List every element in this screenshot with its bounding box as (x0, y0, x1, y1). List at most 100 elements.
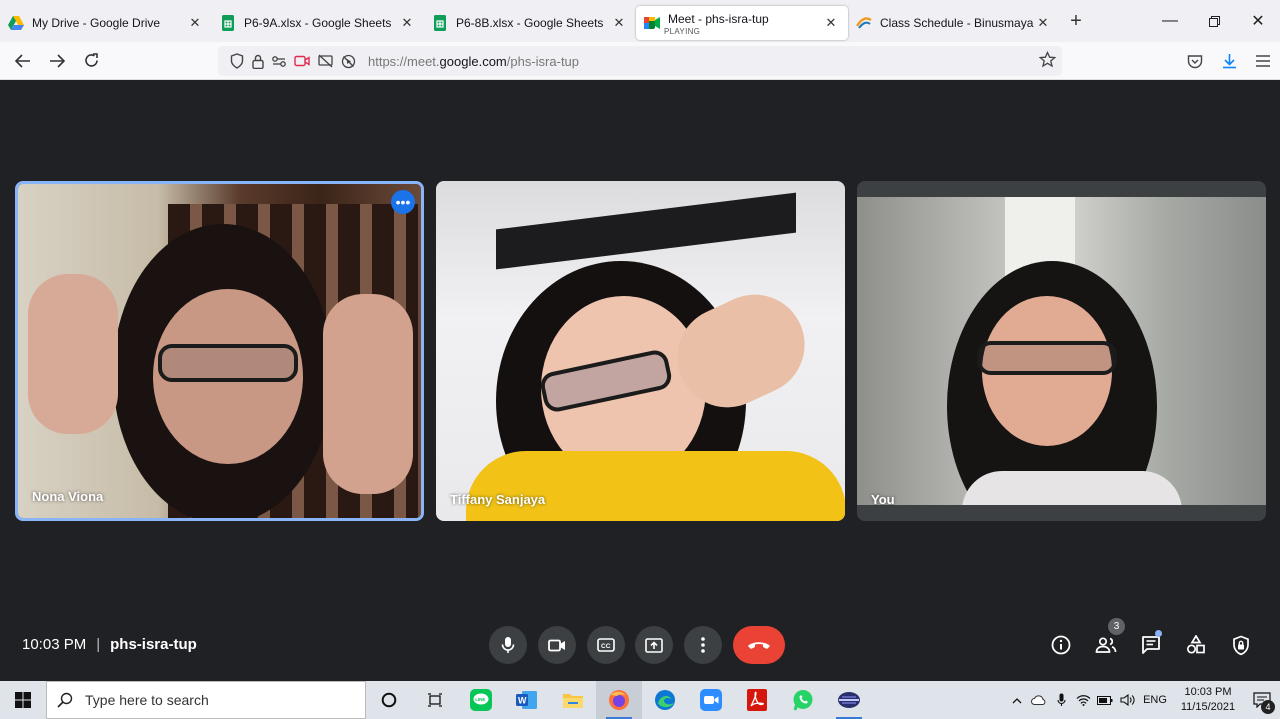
taskbar-search-box[interactable]: Type here to search (46, 681, 366, 719)
volume-icon[interactable] (1116, 694, 1138, 706)
google-sheets-icon (220, 15, 236, 31)
participant-tile-tiffany[interactable]: Tiffany Sanjaya (436, 181, 845, 521)
camera-sharing-icon[interactable] (294, 55, 310, 67)
edge-app[interactable] (642, 681, 688, 719)
captions-button[interactable]: CC (587, 626, 625, 664)
restore-button[interactable] (1192, 0, 1236, 42)
file-explorer-app[interactable] (550, 681, 596, 719)
separator: | (96, 636, 101, 653)
microphone-icon (501, 637, 515, 653)
tab-class-schedule[interactable]: Class Schedule - Binusmaya ✕ (848, 6, 1060, 40)
new-tab-button[interactable]: + (1060, 10, 1092, 33)
present-icon (645, 637, 663, 653)
clock-date: 11/15/2021 (1180, 701, 1236, 713)
meet-control-bar: 10:03 PM | phs-isra-tup CC 3 (0, 618, 1280, 680)
search-placeholder: Type here to search (85, 692, 209, 708)
cortana-circle-icon (381, 692, 397, 708)
app-icon (838, 692, 860, 708)
menu-icon[interactable] (1246, 55, 1280, 67)
video-camera-icon (548, 639, 565, 651)
svg-text:CC: CC (601, 643, 611, 650)
lock-icon[interactable] (252, 54, 264, 69)
meeting-code: phs-isra-tup (110, 636, 197, 653)
close-icon[interactable]: ✕ (610, 15, 628, 31)
word-icon: W (516, 691, 537, 709)
host-controls-button[interactable] (1226, 630, 1256, 660)
more-options-button[interactable] (684, 626, 722, 664)
windows-taskbar: Type here to search LINE W ENG 10:03 PM … (0, 681, 1280, 719)
start-button[interactable] (0, 681, 46, 719)
language-indicator[interactable]: ENG (1138, 694, 1172, 706)
notifications-button[interactable]: 4 (1244, 692, 1280, 714)
close-icon[interactable]: ✕ (398, 15, 416, 31)
google-sheets-icon (432, 15, 448, 31)
meeting-info-button[interactable] (1046, 630, 1076, 660)
screen-sharing-blocked-icon[interactable] (318, 54, 333, 68)
word-app[interactable]: W (504, 681, 550, 719)
tab-label: My Drive - Google Drive (32, 16, 161, 30)
microphone-button[interactable] (489, 626, 527, 664)
url-bar[interactable]: https://meet.google.com/phs-isra-tup (218, 46, 1062, 76)
glasses (158, 344, 298, 382)
hang-up-icon (748, 642, 770, 649)
yellow-shirt (466, 451, 845, 521)
battery-icon[interactable] (1094, 695, 1116, 705)
chat-notification-dot (1155, 630, 1162, 637)
taskbar-clock[interactable]: 10:03 PM 11/15/2021 (1172, 685, 1244, 715)
whatsapp-app[interactable] (780, 681, 826, 719)
close-window-button[interactable]: ✕ (1236, 0, 1280, 42)
close-icon[interactable]: ✕ (822, 15, 840, 31)
participant-name: You (871, 492, 895, 507)
participant-tile-nona[interactable]: ••• Nona Viona (15, 181, 424, 521)
downloads-icon[interactable] (1212, 53, 1246, 69)
close-icon[interactable]: ✕ (1034, 15, 1052, 31)
cortana-button[interactable] (366, 681, 412, 719)
autoplay-blocked-icon[interactable] (341, 54, 356, 69)
glasses (977, 341, 1117, 375)
binusmaya-icon (856, 15, 872, 31)
shield-icon[interactable] (230, 53, 244, 69)
permissions-icon[interactable] (272, 55, 286, 67)
peace-hand-right (323, 294, 413, 494)
present-screen-button[interactable] (635, 626, 673, 664)
close-icon[interactable]: ✕ (186, 15, 204, 31)
wifi-icon[interactable] (1072, 694, 1094, 706)
tab-label: Meet - phs-isra-tup (668, 11, 769, 26)
tab-playing-label: PLAYING (664, 27, 701, 36)
url-text[interactable]: https://meet.google.com/phs-isra-tup (368, 54, 579, 69)
tab-p6-9a[interactable]: P6-9A.xlsx - Google Sheets ✕ (212, 6, 424, 40)
pocket-icon[interactable] (1178, 54, 1212, 69)
reload-button[interactable] (74, 46, 108, 76)
participant-name: Tiffany Sanjaya (450, 492, 546, 507)
participant-tile-you[interactable]: You (857, 181, 1266, 521)
back-button[interactable] (6, 46, 40, 76)
minimize-button[interactable]: — (1148, 0, 1192, 42)
activities-shapes-icon (1186, 635, 1205, 654)
windows-logo-icon (15, 692, 31, 708)
forward-button[interactable] (40, 46, 74, 76)
window-controls: — ✕ (1148, 0, 1280, 42)
more-options-button[interactable]: ••• (391, 190, 415, 214)
tab-meet[interactable]: Meet - phs-isra-tup PLAYING ✕ (636, 6, 848, 40)
camera-button[interactable] (538, 626, 576, 664)
bookmark-star-icon[interactable] (1038, 50, 1057, 73)
line-icon: LINE (470, 689, 492, 711)
tab-my-drive[interactable]: My Drive - Google Drive ✕ (0, 6, 212, 40)
zoom-app[interactable] (688, 681, 734, 719)
microphone-tray-icon[interactable] (1050, 693, 1072, 707)
closed-captions-icon: CC (597, 638, 615, 652)
line-app[interactable]: LINE (458, 681, 504, 719)
acrobat-app[interactable] (734, 681, 780, 719)
show-hidden-icons-chevron[interactable] (1006, 697, 1028, 704)
chat-icon (1142, 636, 1160, 654)
activities-button[interactable] (1181, 630, 1211, 660)
leave-call-button[interactable] (733, 626, 785, 664)
tab-p6-8b[interactable]: P6-8B.xlsx - Google Sheets ✕ (424, 6, 636, 40)
task-view-button[interactable] (412, 681, 458, 719)
firefox-icon (609, 690, 629, 710)
meeting-details: 10:03 PM | phs-isra-tup (22, 636, 197, 653)
onedrive-cloud-icon[interactable] (1028, 695, 1050, 705)
pinned-app[interactable] (826, 681, 872, 719)
firefox-app[interactable] (596, 681, 642, 719)
svg-text:LINE: LINE (475, 697, 485, 702)
